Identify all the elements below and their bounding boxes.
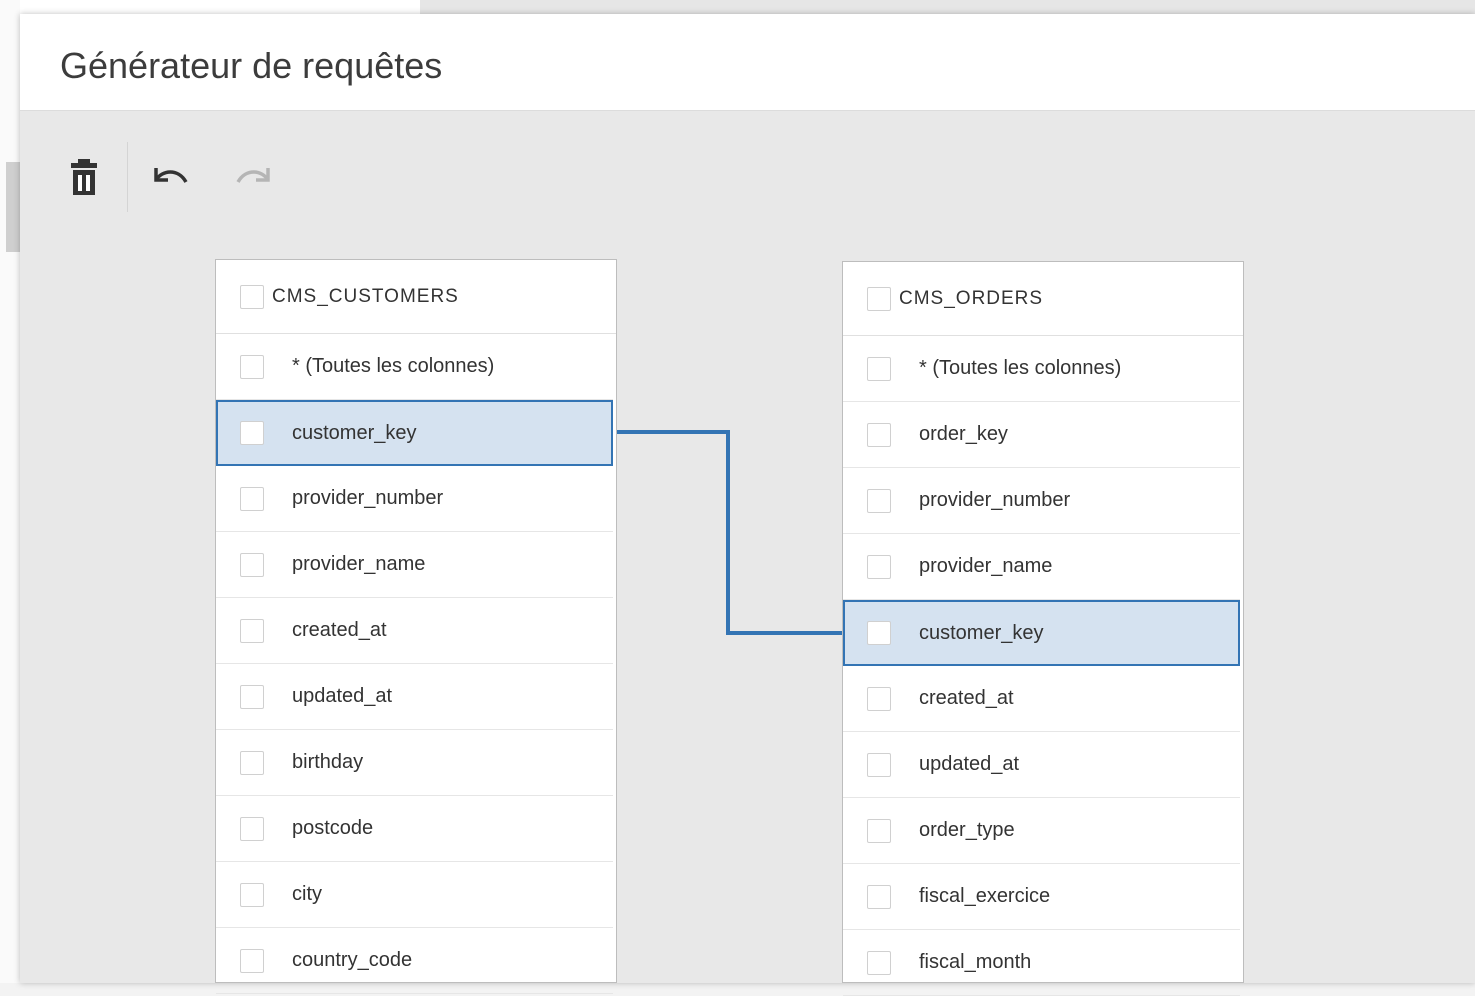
column-checkbox[interactable] xyxy=(867,884,891,909)
column-label: updated_at xyxy=(292,685,393,707)
table-header: CMS_CUSTOMERS xyxy=(216,260,616,334)
column-row[interactable]: provider_name xyxy=(843,534,1240,600)
column-row-linked[interactable]: customer_key xyxy=(843,600,1240,666)
column-row[interactable]: * (Toutes les colonnes) xyxy=(843,336,1240,402)
column-label: customer_key xyxy=(292,421,417,444)
delete-button[interactable] xyxy=(60,142,108,212)
column-row[interactable]: * (Toutes les colonnes) xyxy=(216,334,613,400)
column-row[interactable]: provider_name xyxy=(216,532,613,598)
column-label: postcode xyxy=(292,817,374,839)
column-label: updated_at xyxy=(919,753,1020,775)
column-label: created_at xyxy=(919,687,1014,709)
column-row[interactable]: created_at xyxy=(216,598,613,664)
column-row[interactable]: city xyxy=(216,862,613,928)
select-all-table-checkbox[interactable] xyxy=(240,284,264,309)
trash-icon xyxy=(71,159,97,195)
column-row[interactable]: order_type xyxy=(843,798,1240,864)
column-checkbox[interactable] xyxy=(240,421,264,445)
column-row[interactable]: provider_number xyxy=(843,468,1240,534)
column-label: provider_name xyxy=(292,553,426,575)
column-row[interactable]: fiscal_exercice xyxy=(843,864,1240,930)
column-row[interactable]: postcode xyxy=(216,796,613,862)
redo-icon xyxy=(236,168,270,184)
column-label: birthday xyxy=(292,751,364,773)
column-label: fiscal_exercice xyxy=(919,885,1051,907)
column-row[interactable]: order_key xyxy=(843,402,1240,468)
column-label: created_at xyxy=(292,619,387,641)
column-checkbox[interactable] xyxy=(240,684,264,709)
column-row[interactable]: updated_at xyxy=(843,732,1240,798)
column-label: city xyxy=(292,883,322,905)
column-checkbox[interactable] xyxy=(867,686,891,711)
column-row[interactable]: birthday xyxy=(216,730,613,796)
column-row[interactable]: country_code xyxy=(216,928,613,994)
column-row[interactable]: created_at xyxy=(843,666,1240,732)
column-label: provider_name xyxy=(919,555,1053,577)
column-row[interactable]: provider_number xyxy=(216,466,613,532)
column-label: country_code xyxy=(292,949,413,971)
table-cms-orders[interactable]: CMS_ORDERS * (Toutes les colonnes) order… xyxy=(842,261,1244,996)
background-selected-item xyxy=(6,162,20,252)
column-checkbox[interactable] xyxy=(240,552,264,577)
column-checkbox[interactable] xyxy=(867,621,891,645)
column-checkbox[interactable] xyxy=(867,356,891,381)
table-header: CMS_ORDERS xyxy=(843,262,1243,336)
column-label: fiscal_month xyxy=(919,951,1032,973)
column-checkbox[interactable] xyxy=(867,488,891,513)
column-row-linked[interactable]: customer_key xyxy=(216,400,613,466)
background-sidebar xyxy=(0,0,20,983)
column-checkbox[interactable] xyxy=(240,354,264,379)
column-checkbox[interactable] xyxy=(240,618,264,643)
undo-icon xyxy=(154,168,188,184)
dialog-title: Générateur de requêtes xyxy=(60,45,443,86)
dialog-header: Générateur de requêtes xyxy=(20,14,1475,111)
toolbar-separator xyxy=(127,142,128,212)
column-label: order_key xyxy=(919,423,1008,445)
column-label: order_type xyxy=(919,819,1015,841)
column-checkbox[interactable] xyxy=(240,816,264,841)
column-row[interactable]: updated_at xyxy=(216,664,613,730)
background-topbar xyxy=(420,0,1475,14)
column-checkbox[interactable] xyxy=(867,950,891,975)
column-checkbox[interactable] xyxy=(240,948,264,973)
column-label: * (Toutes les colonnes) xyxy=(919,357,1122,379)
column-checkbox[interactable] xyxy=(240,882,264,907)
column-checkbox[interactable] xyxy=(240,750,264,775)
column-checkbox[interactable] xyxy=(867,818,891,843)
column-checkbox[interactable] xyxy=(240,486,264,511)
column-row[interactable]: fiscal_month xyxy=(843,930,1240,996)
column-label: customer_key xyxy=(919,621,1044,644)
undo-button[interactable] xyxy=(146,142,194,212)
redo-button[interactable] xyxy=(230,142,278,212)
column-checkbox[interactable] xyxy=(867,422,891,447)
table-name: CMS_ORDERS xyxy=(899,287,1044,309)
column-label: * (Toutes les colonnes) xyxy=(292,355,495,377)
column-label: provider_number xyxy=(292,487,444,509)
column-checkbox[interactable] xyxy=(867,752,891,777)
table-name: CMS_CUSTOMERS xyxy=(272,285,459,307)
column-checkbox[interactable] xyxy=(867,554,891,579)
table-cms-customers[interactable]: CMS_CUSTOMERS * (Toutes les colonnes) cu… xyxy=(215,259,617,994)
column-label: provider_number xyxy=(919,489,1071,511)
select-all-table-checkbox[interactable] xyxy=(867,286,891,311)
